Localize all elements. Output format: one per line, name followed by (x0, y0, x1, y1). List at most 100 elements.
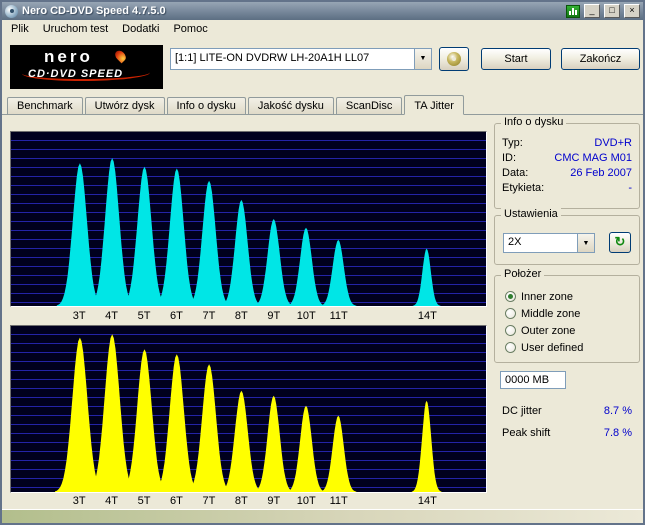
peak-shift-row: Peak shift 7.8 % (494, 427, 640, 439)
disc-info-row-type: Typ: DVD+R (495, 136, 639, 151)
histogram-peak-5T (121, 349, 169, 492)
disc-info-rows: Typ: DVD+R ID: CMC MAG M01 Data: 26 Feb … (495, 136, 639, 196)
disc-date-label: Data: (502, 167, 528, 179)
histogram-peak-3T (55, 338, 105, 492)
tab-scandisc[interactable]: ScanDisc (336, 97, 402, 114)
ta-jitter-chart-top (10, 131, 487, 307)
maximize-button[interactable]: □ (604, 4, 620, 18)
axis-tick-label: 5T (138, 310, 151, 322)
ta-jitter-chart-bottom (10, 325, 487, 493)
quit-button[interactable]: Zakończ (561, 48, 640, 70)
drive-select[interactable]: [1:1] LITE-ON DVDRW LH-20A1H LL07 ▼ (170, 48, 432, 70)
histogram-peak-4T (87, 334, 136, 492)
histogram-peak-7T (187, 364, 232, 492)
speed-select[interactable]: 2X ▼ (503, 233, 595, 253)
title-bar[interactable]: Nero CD-DVD Speed 4.7.5.0 _ □ × (2, 2, 643, 20)
axis-tick-label: 6T (170, 495, 183, 507)
axis-tick-label: 10T (297, 495, 316, 507)
disc-label-value: - (628, 182, 632, 194)
axis-tick-label: 11T (330, 495, 348, 507)
menu-pomoc[interactable]: Pomoc (166, 21, 214, 37)
radio-inner-zone[interactable]: Inner zone (505, 290, 573, 303)
main-content: 3T4T5T6T7T8T9T10T11T14T 3T4T5T6T7T8T9T10… (2, 115, 643, 509)
radio-middle-zone[interactable]: Middle zone (505, 307, 580, 320)
peak-shift-label: Peak shift (502, 427, 550, 439)
toolbar: nero CD·DVD SPEED [1:1] LITE-ON DVDRW LH… (2, 38, 643, 94)
tab-ta-jitter[interactable]: TA Jitter (404, 95, 464, 115)
disc-label-label: Etykieta: (502, 182, 544, 194)
disc-info-groupbox: Info o dysku Typ: DVD+R ID: CMC MAG M01 … (494, 123, 640, 209)
settings-title: Ustawienia (501, 208, 561, 220)
radio-button-icon (505, 325, 516, 336)
start-button[interactable]: Start (481, 48, 551, 70)
axis-tick-label: 4T (105, 495, 118, 507)
radio-button-icon (505, 291, 516, 302)
radio-user-defined[interactable]: User defined (505, 341, 583, 354)
histogram-peak-8T (220, 391, 262, 492)
menu-bar: Plik Uruchom test Dodatki Pomoc (2, 20, 643, 38)
disc-info-row-id: ID: CMC MAG M01 (495, 151, 639, 166)
close-button[interactable]: × (624, 4, 640, 18)
disc-tray-button[interactable] (439, 47, 469, 71)
refresh-icon: ↻ (615, 234, 626, 249)
radio-button-icon (505, 308, 516, 319)
drive-select-value: [1:1] LITE-ON DVDRW LH-20A1H LL07 (171, 49, 414, 69)
tab-utworz-dysk[interactable]: Utwórz dysk (85, 97, 165, 114)
dc-jitter-row: DC jitter 8.7 % (494, 405, 640, 417)
disc-type-label: Typ: (502, 137, 523, 149)
peak-shift-value: 7.8 % (604, 427, 632, 439)
chart-top-x-axis: 3T4T5T6T7T8T9T10T11T14T (10, 309, 487, 324)
radio-inner-zone-label: Inner zone (521, 291, 573, 303)
disc-type-value: DVD+R (594, 137, 632, 149)
axis-tick-label: 6T (170, 310, 183, 322)
minimize-button[interactable]: _ (584, 4, 600, 18)
menu-plik[interactable]: Plik (4, 21, 36, 37)
chevron-down-icon[interactable]: ▼ (577, 234, 594, 252)
tab-benchmark[interactable]: Benchmark (7, 97, 83, 114)
radio-middle-zone-label: Middle zone (521, 308, 580, 320)
histogram-peak-9T (254, 396, 294, 492)
axis-tick-label: 11T (330, 310, 348, 322)
histogram-peak-6T (154, 354, 200, 492)
histogram-peak-14T (413, 249, 441, 306)
radio-outer-zone-label: Outer zone (521, 325, 575, 337)
disc-id-label: ID: (502, 152, 516, 164)
histogram-peak-3T (57, 163, 103, 306)
position-title: Położer (501, 268, 544, 280)
histogram-peak-8T (221, 200, 262, 306)
app-disc-icon (5, 5, 18, 18)
disc-info-row-label: Etykieta: - (495, 181, 639, 196)
axis-tick-label: 8T (235, 310, 248, 322)
green-chart-icon[interactable] (566, 5, 580, 18)
axis-tick-label: 7T (202, 310, 215, 322)
dc-jitter-label: DC jitter (502, 405, 542, 417)
dc-jitter-value: 8.7 % (604, 405, 632, 417)
menu-uruchom-test[interactable]: Uruchom test (36, 21, 115, 37)
chart-bottom-x-axis: 3T4T5T6T7T8T9T10T11T14T (10, 494, 487, 509)
tab-info-o-dysku[interactable]: Info o dysku (167, 97, 246, 114)
axis-tick-label: 9T (267, 495, 280, 507)
histogram-peak-10T (287, 406, 325, 492)
chevron-down-icon[interactable]: ▼ (414, 49, 431, 69)
size-input[interactable]: 0000 MB (500, 371, 566, 389)
radio-outer-zone[interactable]: Outer zone (505, 324, 575, 337)
tab-jakosc-dysku[interactable]: Jakość dysku (248, 97, 334, 114)
axis-tick-label: 8T (235, 495, 248, 507)
position-groupbox: Położer Inner zone Middle zone Outer zon… (494, 275, 640, 363)
disc-info-title: Info o dysku (501, 116, 566, 128)
histogram-peak-14T (412, 401, 442, 492)
window-title: Nero CD-DVD Speed 4.7.5.0 (22, 5, 562, 17)
disc-info-row-date: Data: 26 Feb 2007 (495, 166, 639, 181)
histogram-peak-5T (121, 167, 167, 306)
nero-brand-text: nero (44, 47, 93, 67)
menu-dodatki[interactable]: Dodatki (115, 21, 166, 37)
histogram-peak-11T (320, 416, 356, 492)
histogram-peak-9T (254, 219, 294, 306)
speed-select-value: 2X (504, 234, 577, 252)
axis-tick-label: 4T (105, 310, 118, 322)
axis-tick-label: 10T (297, 310, 316, 322)
nero-logo: nero CD·DVD SPEED (10, 45, 163, 89)
refresh-button[interactable]: ↻ (609, 232, 631, 253)
disc-date-value: 26 Feb 2007 (570, 167, 632, 179)
axis-tick-label: 14T (418, 310, 437, 322)
